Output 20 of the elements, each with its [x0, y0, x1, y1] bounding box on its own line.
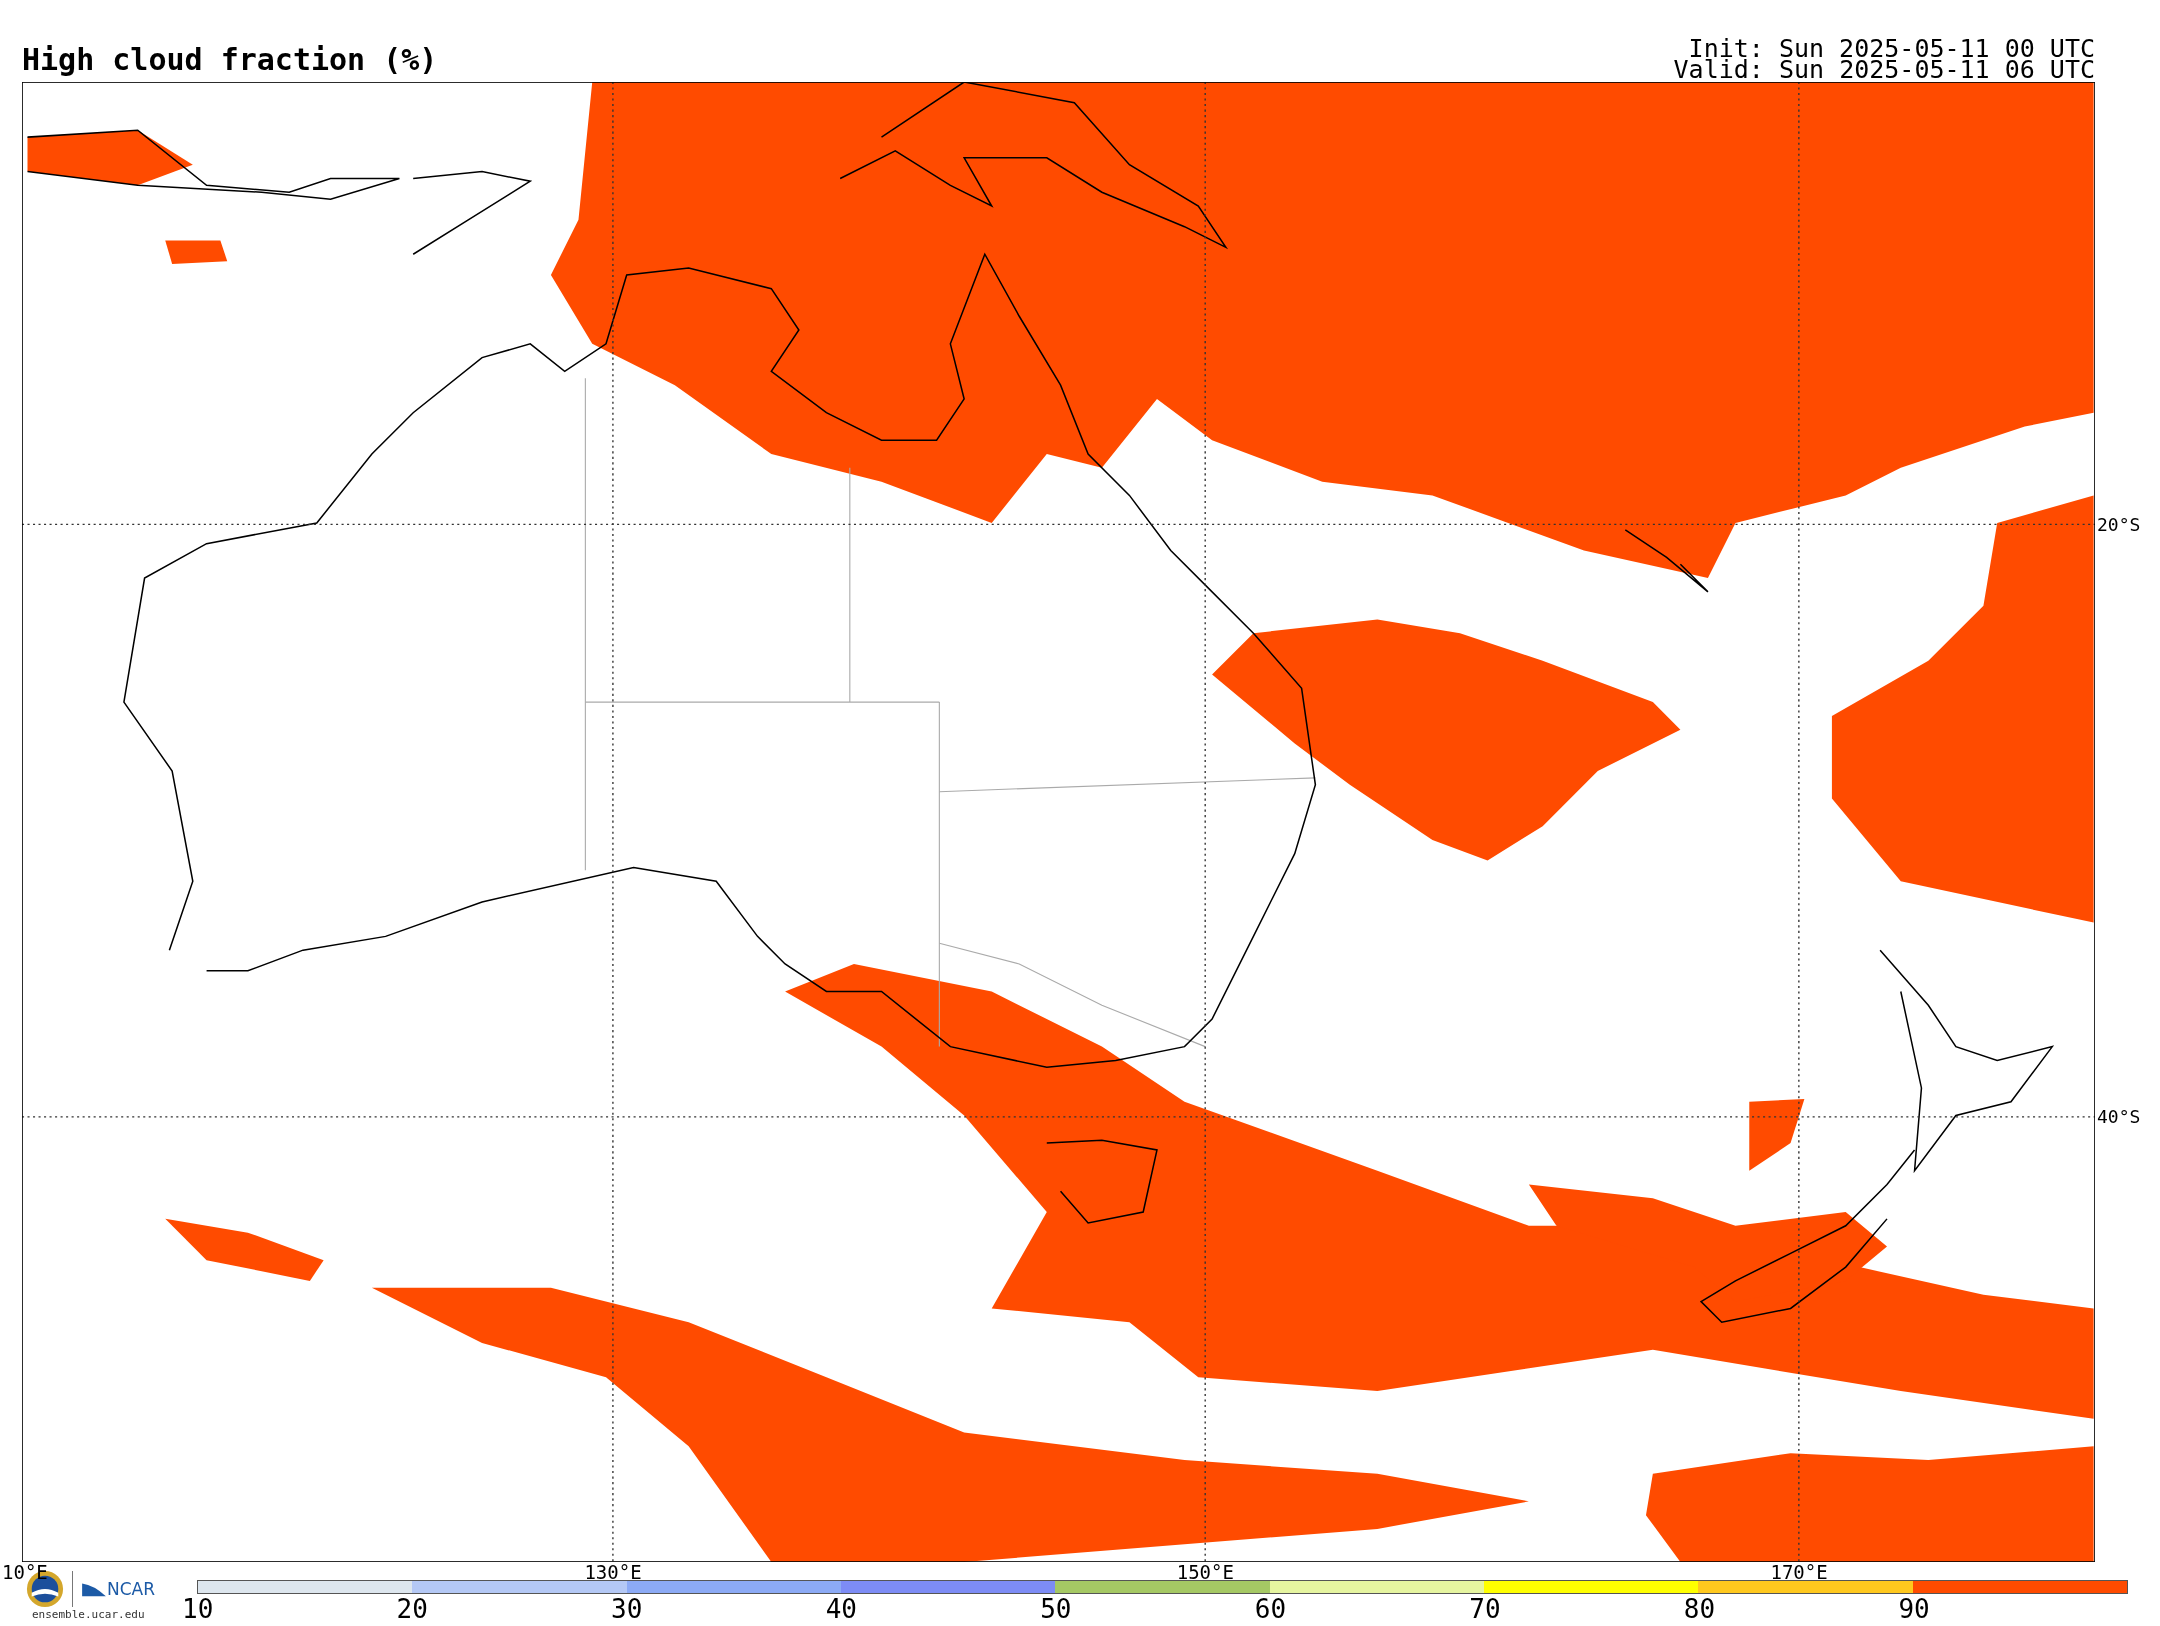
- plot-title: High cloud fraction (%): [22, 42, 438, 78]
- scale-tick-label: 50: [1040, 1594, 1071, 1624]
- valid-time: Valid: Sun 2025-05-11 06 UTC: [1673, 59, 2095, 80]
- longitude-label: 150°E: [1176, 1562, 1234, 1582]
- longitude-label: 170°E: [1770, 1562, 1828, 1582]
- latitude-label: 40°S: [2097, 1105, 2141, 1130]
- scale-tick-label: 80: [1683, 1594, 1714, 1624]
- website-url: ensemble.ucar.edu: [32, 1608, 145, 1621]
- scale-tick-label: 70: [1469, 1594, 1500, 1624]
- scale-tick-label: 90: [1898, 1594, 1929, 1624]
- org-name: NCAR: [107, 1579, 156, 1599]
- scale-tick-label: 60: [1254, 1594, 1285, 1624]
- longitude-label: 130°E: [584, 1562, 642, 1582]
- init-time: Init: Sun 2025-05-11 00 UTC: [1688, 38, 2095, 59]
- longitude-label: 10°E: [2, 1562, 48, 1582]
- scale-tick-label: 10: [182, 1594, 212, 1624]
- scale-tick-label: 20: [396, 1594, 427, 1624]
- scale-tick-label: 40: [825, 1594, 856, 1624]
- scale-tick-label: 30: [611, 1594, 642, 1624]
- latitude-label: 20°S: [2097, 512, 2141, 537]
